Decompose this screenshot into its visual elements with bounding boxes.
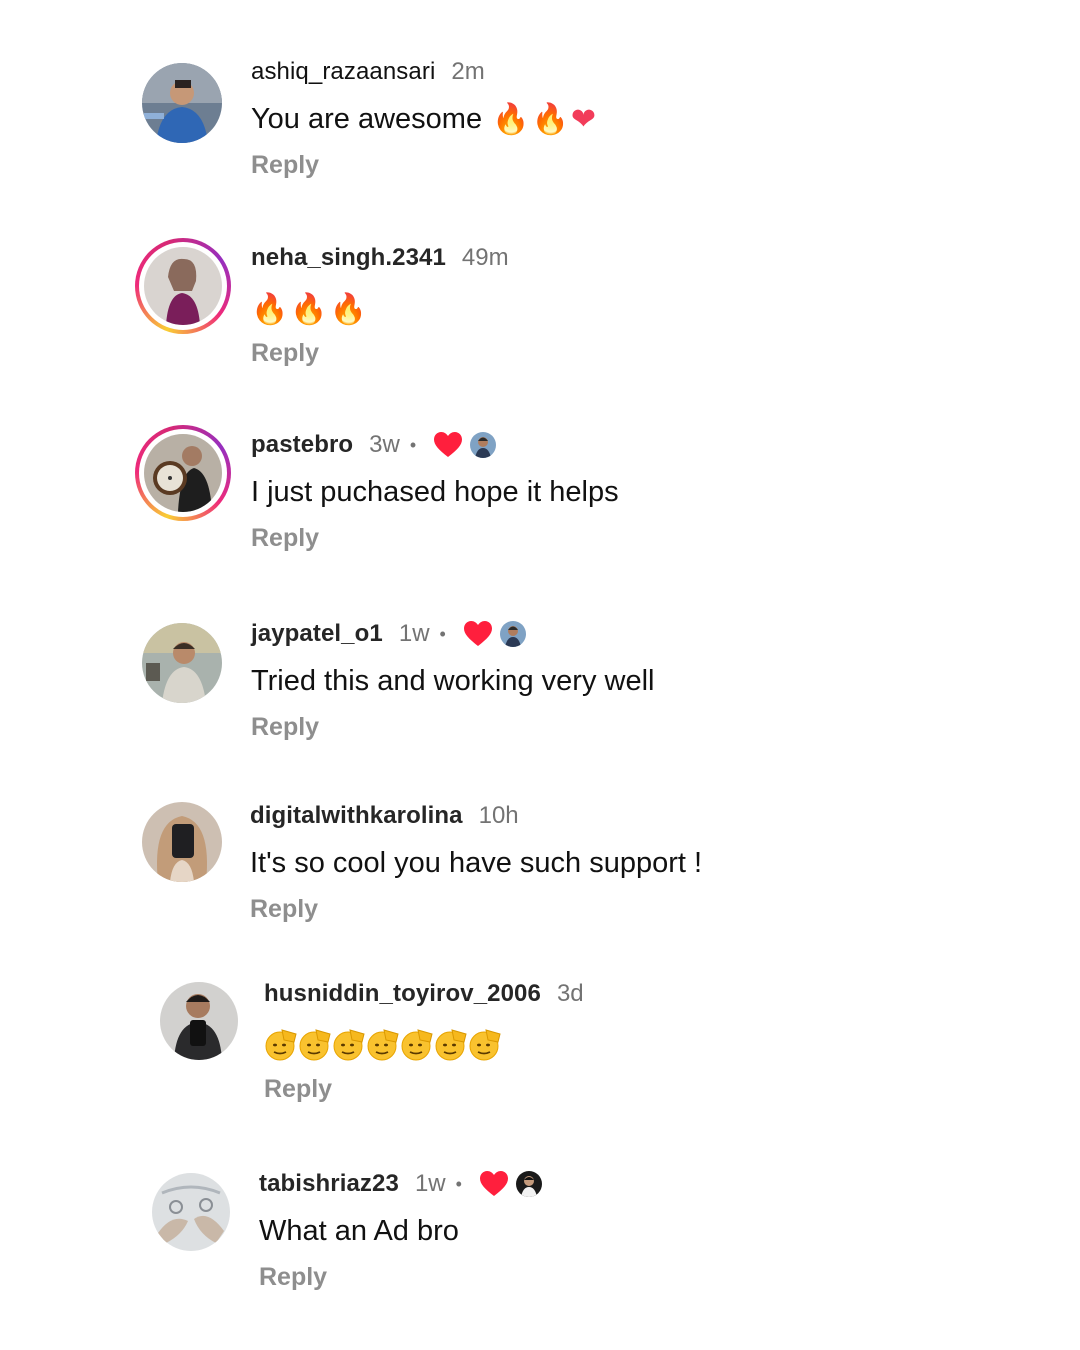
comment-text-content: You are awesome <box>251 102 483 135</box>
separator-dot: • <box>439 623 446 644</box>
comment-item: digitalwithkarolina 10h It's so cool you… <box>0 799 1080 949</box>
separator-dot: • <box>409 434 417 455</box>
username[interactable]: tabishriaz23 <box>259 1170 399 1198</box>
creator-like-heart-icon <box>479 1171 508 1196</box>
comment-text-content: I just puchased hope it helps <box>251 475 619 508</box>
comment-text: What an Ad bro <box>259 1213 542 1249</box>
comment-text: It's so cool you have such support ! <box>250 845 702 881</box>
comment-item: ashiq_razaansari 2m You are awesome 🔥 🔥 … <box>0 55 1080 205</box>
comment-meta: husniddin_toyirov_2006 3d <box>264 977 584 1011</box>
comment-item: husniddin_toyirov_2006 3d Reply <box>0 977 1080 1127</box>
saluting-face-icon <box>264 1028 504 1062</box>
avatar[interactable] <box>142 802 238 898</box>
avatar[interactable] <box>160 982 256 1078</box>
timestamp: 10h <box>478 802 519 829</box>
timestamp: 49m <box>461 244 509 271</box>
comment-text: I just puchased hope it helps <box>251 474 619 510</box>
username[interactable]: neha_singh.2341 <box>251 244 446 272</box>
timestamp: 3w <box>369 431 400 458</box>
avatar[interactable] <box>140 621 236 717</box>
reply-button[interactable]: Reply <box>251 524 319 553</box>
fire-emoji-icon: 🔥 <box>531 101 569 137</box>
separator-dot: • <box>455 1173 462 1194</box>
reply-button[interactable]: Reply <box>251 151 319 180</box>
comment-meta: tabishriaz23 1w • <box>259 1167 542 1201</box>
fire-emoji-icon: 🔥 <box>290 291 328 327</box>
comment-text-content: Tried this and working very well <box>251 664 655 697</box>
username[interactable]: ashiq_razaansari <box>251 58 435 86</box>
reply-button[interactable]: Reply <box>259 1263 327 1292</box>
creator-avatar-icon <box>515 1171 542 1197</box>
emoji-row: 🔥 🔥 🔥 <box>251 292 367 327</box>
creator-like-heart-icon <box>463 621 492 646</box>
username[interactable]: jaypatel_o1 <box>251 620 383 648</box>
avatar[interactable] <box>135 425 231 521</box>
username[interactable]: digitalwithkarolina <box>250 802 463 830</box>
avatar[interactable] <box>135 238 231 334</box>
comment-item: tabishriaz23 1w • What an Ad bro Reply <box>0 1167 1080 1317</box>
comment-text: 🔥 🔥 🔥 <box>251 291 509 327</box>
comment-meta: jaypatel_o1 1w • <box>251 617 654 651</box>
creator-avatar-icon <box>470 432 497 458</box>
emoji-row: 🔥 🔥 ❤ <box>492 102 596 137</box>
timestamp: 1w <box>398 620 430 647</box>
comment-text: Tried this and working very well <box>251 663 654 699</box>
comment-meta: ashiq_razaansari 2m <box>251 55 596 89</box>
comment-text <box>264 1027 584 1063</box>
heart-emoji-icon: ❤ <box>570 101 596 137</box>
comment-text-content: What an Ad bro <box>259 1214 459 1247</box>
reply-button[interactable]: Reply <box>264 1075 332 1104</box>
avatar[interactable] <box>152 1173 248 1269</box>
username[interactable]: husniddin_toyirov_2006 <box>264 980 541 1008</box>
comment-text: You are awesome 🔥 🔥 ❤ <box>251 101 596 137</box>
comment-item: pastebro 3w • I just puchased hope it he… <box>0 425 1080 578</box>
reply-button[interactable]: Reply <box>251 339 319 368</box>
timestamp: 1w <box>414 1170 446 1197</box>
timestamp: 2m <box>451 58 485 85</box>
fire-emoji-icon: 🔥 <box>492 101 530 137</box>
fire-emoji-icon: 🔥 <box>329 291 368 327</box>
comment-meta: neha_singh.2341 49m <box>251 241 509 275</box>
reply-button[interactable]: Reply <box>251 713 319 742</box>
comment-text-content: It's so cool you have such support ! <box>250 846 703 879</box>
timestamp: 3d <box>556 980 584 1007</box>
comment-item: neha_singh.2341 49m 🔥 🔥 🔥 Reply <box>0 238 1080 391</box>
comment-item: jaypatel_o1 1w • Tried this and working … <box>0 617 1080 767</box>
creator-like-heart-icon <box>434 432 463 457</box>
creator-avatar-icon <box>499 621 526 647</box>
avatar[interactable] <box>140 61 236 157</box>
fire-emoji-icon: 🔥 <box>251 291 289 327</box>
username[interactable]: pastebro <box>251 431 353 459</box>
comment-meta: digitalwithkarolina 10h <box>250 799 702 833</box>
reply-button[interactable]: Reply <box>250 895 318 924</box>
comment-meta: pastebro 3w • <box>251 428 619 462</box>
